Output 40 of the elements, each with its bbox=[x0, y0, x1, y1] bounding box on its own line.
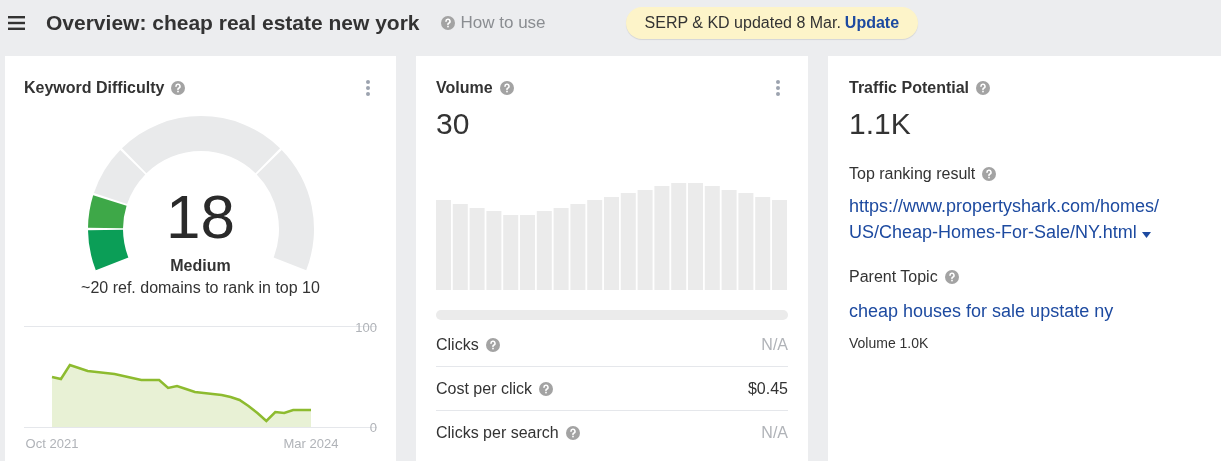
url-link[interactable]: US/Cheap-Homes-For-Sale/NY.html bbox=[849, 219, 1137, 245]
difficulty-score: 18 bbox=[166, 186, 235, 248]
axis-tick-label: Oct 2021 bbox=[24, 437, 80, 450]
help-icon[interactable] bbox=[499, 81, 514, 95]
help-icon[interactable] bbox=[565, 426, 580, 440]
url-link[interactable]: https://www.propertyshark.com/homes/ bbox=[849, 193, 1160, 219]
traffic-value: 1.1K bbox=[849, 106, 912, 142]
help-icon[interactable] bbox=[982, 167, 997, 181]
card-title: Traffic Potential bbox=[849, 78, 970, 98]
volume-value: 30 bbox=[436, 106, 471, 142]
caret-down-icon[interactable] bbox=[1141, 232, 1151, 238]
help-icon[interactable] bbox=[539, 381, 554, 396]
metric-value: N/A bbox=[761, 334, 788, 355]
card-title: Volume bbox=[436, 78, 493, 98]
card-title: Keyword Difficulty bbox=[24, 78, 165, 98]
difficulty-note: ~20 ref. domains to rank in top 10 bbox=[81, 278, 320, 298]
update-link[interactable]: Update bbox=[844, 10, 900, 35]
difficulty-rating: Medium bbox=[170, 256, 231, 276]
more-icon[interactable] bbox=[365, 79, 371, 97]
menu-icon[interactable] bbox=[8, 15, 25, 30]
axis-tick-label: Mar 2024 bbox=[282, 437, 340, 450]
notice-text: SERP & KD updated 8 Mar. bbox=[644, 12, 841, 33]
axis-tick-label: 0 bbox=[369, 421, 377, 434]
metric-value: N/A bbox=[761, 423, 788, 443]
more-icon[interactable] bbox=[775, 79, 781, 97]
metric-label: Clicks per search bbox=[436, 423, 559, 443]
help-icon[interactable] bbox=[440, 15, 455, 30]
help-icon[interactable] bbox=[944, 270, 959, 284]
parent-volume: Volume 1.0K bbox=[849, 334, 930, 353]
metric-value: $0.45 bbox=[747, 378, 788, 399]
help-icon[interactable] bbox=[485, 337, 500, 352]
help-icon[interactable] bbox=[171, 81, 186, 95]
section-label: Top ranking result bbox=[849, 164, 976, 184]
section-label: Parent Topic bbox=[849, 267, 938, 287]
help-icon[interactable] bbox=[976, 81, 991, 95]
metric-label: Clicks bbox=[436, 334, 479, 355]
parent-topic-link[interactable]: cheap houses for sale upstate ny bbox=[849, 298, 1200, 325]
page-title: Overview: cheap real estate new york bbox=[46, 9, 420, 36]
axis-tick-label: 100 bbox=[355, 321, 377, 334]
metric-label: Cost per click bbox=[436, 378, 533, 399]
